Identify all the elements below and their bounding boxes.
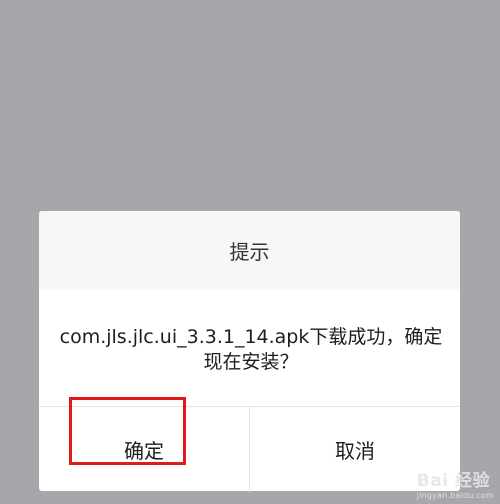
watermark-brand: Bai 经验 [417,466,494,491]
cancel-button-label: 取消 [335,439,375,463]
screen-overlay: 提示 com.jls.jlc.ui_3.3.1_14.apk下载成功，确定 现在… [0,0,500,504]
dialog-message: com.jls.jlc.ui_3.3.1_14.apk下载成功，确定 现在安装？ [51,325,451,375]
confirm-button-label: 确定 [124,439,164,463]
watermark-brand-text: Bai 经验 [416,471,490,491]
dialog-title: 提示 [229,240,270,264]
baidu-jingyan-watermark: Bai 经验 jingyan.baidu.com [417,466,494,500]
watermark-url: jingyan.baidu.com [416,491,494,500]
confirm-button[interactable]: 确定 [39,407,249,492]
dialog-message-line-1: com.jls.jlc.ui_3.3.1_14.apk下载成功，确定 [59,326,443,348]
dialog-message-line-2: 现在安装？ [203,351,299,373]
install-prompt-dialog: 提示 com.jls.jlc.ui_3.3.1_14.apk下载成功，确定 现在… [39,211,460,492]
dialog-button-bar: 确定 取消 [39,406,460,492]
dialog-header: 提示 [39,211,460,290]
